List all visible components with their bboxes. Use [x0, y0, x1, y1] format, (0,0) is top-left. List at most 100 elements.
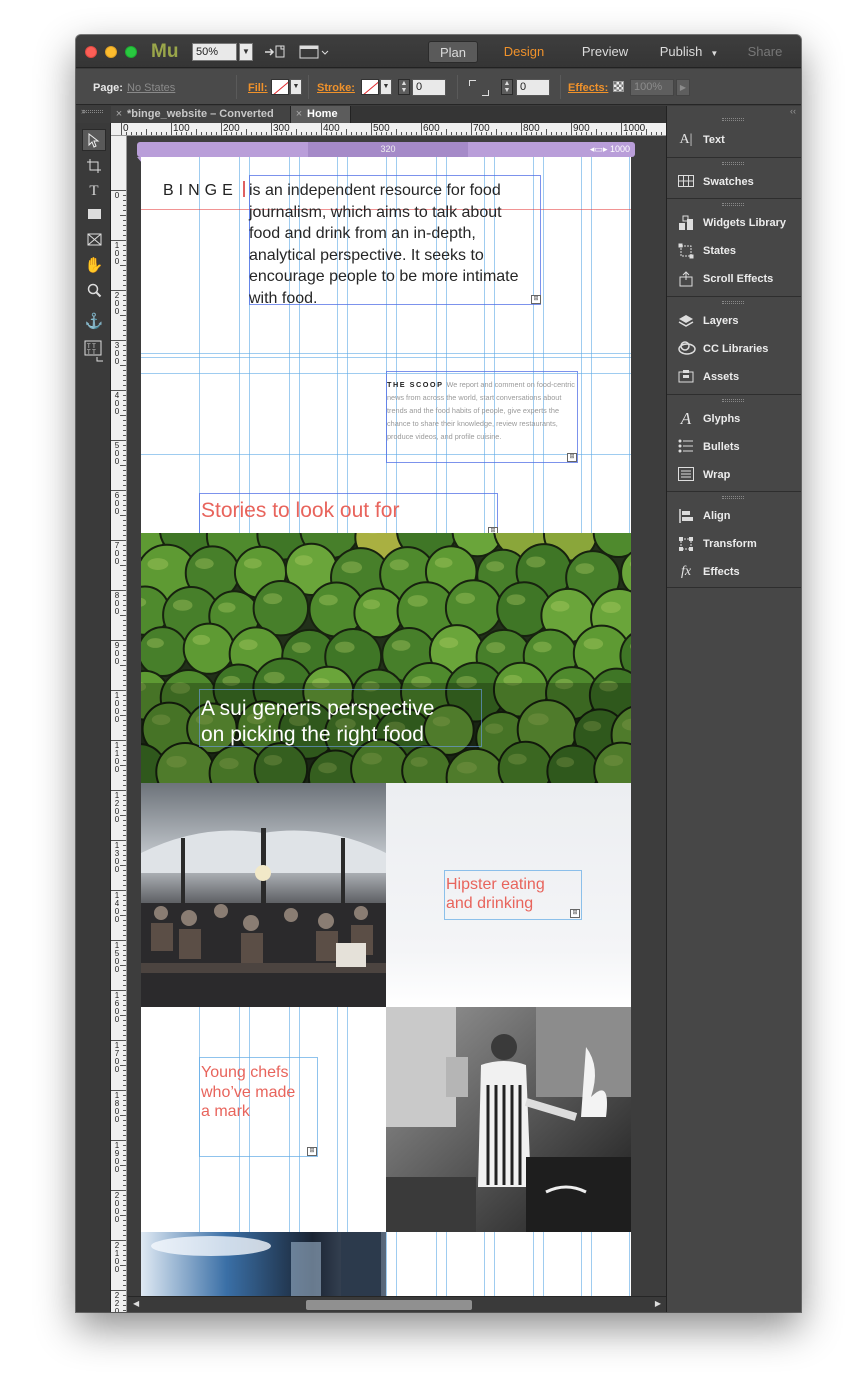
anchor-tool-icon[interactable]: ⚓ — [82, 311, 106, 333]
text-frame-handle-icon[interactable]: ⊞ — [567, 453, 577, 462]
panel-cc-libraries[interactable]: CC Libraries — [667, 339, 801, 361]
selection-tool-icon[interactable] — [82, 129, 106, 151]
stroke-label[interactable]: Stroke: — [317, 82, 355, 94]
rectangle-tool-icon[interactable] — [82, 205, 106, 227]
breakpoint-max[interactable]: ◂▭▸ 1000 — [590, 142, 630, 157]
panel-scroll-effects[interactable]: Scroll Effects — [667, 269, 801, 291]
ruler-tick — [481, 132, 482, 135]
opacity-dropdown-arrow[interactable]: ▶ — [676, 79, 690, 96]
image-frame-tool-icon[interactable] — [82, 230, 106, 252]
document-tab-bar: × *binge_website – Converted × Home — [111, 106, 666, 123]
intro-paragraph[interactable]: is an independent resource for food jour… — [249, 180, 537, 309]
panel-align[interactable]: Align — [667, 506, 801, 528]
binge-logo[interactable]: BINGE — [163, 182, 238, 200]
panel-assets[interactable]: Assets — [667, 367, 801, 389]
stories-heading[interactable]: Stories to look out for — [201, 499, 399, 523]
stroke-width-field[interactable]: 0 — [412, 79, 446, 96]
mode-plan-button[interactable]: Plan — [428, 41, 478, 63]
hand-tool-icon[interactable]: ✋ — [82, 255, 106, 277]
mode-publish-button[interactable]: Publish ▼ — [654, 41, 724, 63]
tab-binge-website[interactable]: × *binge_website – Converted — [111, 106, 291, 123]
ruler-tick — [111, 1140, 126, 1141]
panel-glyphs[interactable]: A Glyphs — [667, 409, 801, 431]
ruler-tick — [123, 1035, 126, 1036]
design-canvas[interactable]: 320 ◂▭▸ 1000 BINGE is an independent res… — [128, 136, 666, 1296]
close-tab-icon[interactable]: × — [291, 106, 307, 123]
divider — [308, 75, 309, 99]
text-frame-handle-icon[interactable]: ⊞ — [307, 1147, 317, 1156]
panel-effects[interactable]: fx Effects — [667, 562, 801, 584]
ruler-tick — [123, 330, 126, 331]
corner-radius-stepper[interactable]: ▲ ▼ — [501, 79, 513, 95]
mode-design-button[interactable]: Design — [493, 41, 555, 63]
chef-kitchen-image[interactable] — [386, 1007, 631, 1232]
text-frame-handle-icon[interactable]: ⊞ — [531, 295, 541, 304]
market-hall-image[interactable] — [141, 783, 386, 1007]
ruler-tick — [111, 740, 126, 741]
ruler-tick — [123, 230, 126, 231]
zoom-window-button[interactable] — [125, 46, 137, 58]
stroke-width-stepper[interactable]: ▲ ▼ — [398, 79, 410, 95]
panel-text[interactable]: A| Text — [667, 130, 801, 152]
scroll-left-arrow-icon[interactable]: ◀ — [133, 1299, 139, 1308]
ruler-tick — [336, 132, 337, 135]
panel-widgets-library[interactable]: Widgets Library — [667, 213, 801, 235]
panel-bullets[interactable]: Bullets — [667, 437, 801, 459]
ruler-left-label: 400 — [114, 391, 120, 416]
collapse-panels-icon[interactable]: ‹‹ — [790, 106, 796, 116]
zoom-dropdown-arrow[interactable]: ▼ — [239, 43, 253, 61]
opacity-field[interactable]: 100% — [630, 79, 674, 96]
panel-transform[interactable]: Transform — [667, 534, 801, 556]
panel-states[interactable]: States — [667, 241, 801, 263]
breakpoint-bar[interactable]: 320 ◂▭▸ 1000 — [137, 142, 635, 157]
fill-label[interactable]: Fill: — [248, 82, 268, 94]
page-state-link[interactable]: No States — [127, 82, 175, 94]
ruler-tick — [123, 445, 126, 446]
fill-swatch[interactable] — [271, 79, 289, 95]
ruler-tick — [120, 915, 126, 916]
stroke-swatch[interactable] — [361, 79, 379, 95]
fill-dropdown-arrow[interactable]: ▼ — [290, 79, 302, 95]
tab-home[interactable]: × Home — [291, 106, 351, 123]
young-chefs-heading[interactable]: Young chefs who’ve made a mark — [201, 1063, 295, 1122]
zoom-tool-icon[interactable] — [82, 280, 106, 302]
close-window-button[interactable] — [85, 46, 97, 58]
stroke-dropdown-arrow[interactable]: ▼ — [380, 79, 392, 95]
preview-page-icon[interactable] — [299, 44, 331, 60]
close-tab-icon[interactable]: × — [111, 106, 127, 123]
minimize-window-button[interactable] — [105, 46, 117, 58]
place-file-icon[interactable] — [264, 44, 286, 60]
corner-radius-icon[interactable] — [469, 80, 489, 96]
panel-wrap[interactable]: Wrap — [667, 465, 801, 487]
zoom-level-select[interactable]: 50% — [192, 43, 237, 61]
panel-layers[interactable]: Layers — [667, 311, 801, 333]
ruler-tick — [123, 1060, 126, 1061]
corner-radius-field[interactable]: 0 — [516, 79, 550, 96]
hipster-heading[interactable]: Hipster eating and drinking — [446, 875, 545, 913]
ruler-tick — [123, 480, 126, 481]
horizontal-scroll-thumb[interactable] — [306, 1300, 472, 1310]
ruler-tick — [123, 975, 126, 976]
ruler-tick — [123, 860, 126, 861]
glassware-image[interactable] — [141, 1232, 386, 1296]
text-frame-tool-icon[interactable]: T TT T — [82, 337, 106, 362]
feature-caption[interactable]: A sui generis perspective on picking the… — [201, 696, 434, 748]
text-tool-icon[interactable]: T — [82, 180, 106, 202]
panel-swatches[interactable]: Swatches — [667, 172, 801, 194]
horizontal-scrollbar[interactable]: ◀ ▶ — [128, 1296, 666, 1312]
text-frame-handle-icon[interactable]: ⊞ — [570, 909, 580, 918]
crop-tool-icon[interactable] — [82, 155, 106, 177]
mode-preview-button[interactable]: Preview — [574, 41, 636, 63]
breakpoint-320[interactable]: 320 — [308, 142, 468, 157]
widgets-library-icon — [678, 215, 694, 231]
scoop-paragraph[interactable]: THE SCOOP We report and comment on food-c… — [387, 378, 577, 443]
ruler-tick — [123, 460, 126, 461]
scroll-right-arrow-icon[interactable]: ▶ — [655, 1299, 661, 1308]
ruler-tick — [123, 260, 126, 261]
effects-label[interactable]: Effects: — [568, 82, 608, 94]
ruler-tick — [123, 485, 126, 486]
panel-label: States — [703, 245, 737, 257]
page-artboard[interactable]: BINGE is an independent resource for foo… — [141, 157, 631, 1296]
mode-share-button[interactable]: Share — [740, 41, 790, 63]
ruler-tick — [521, 123, 522, 135]
